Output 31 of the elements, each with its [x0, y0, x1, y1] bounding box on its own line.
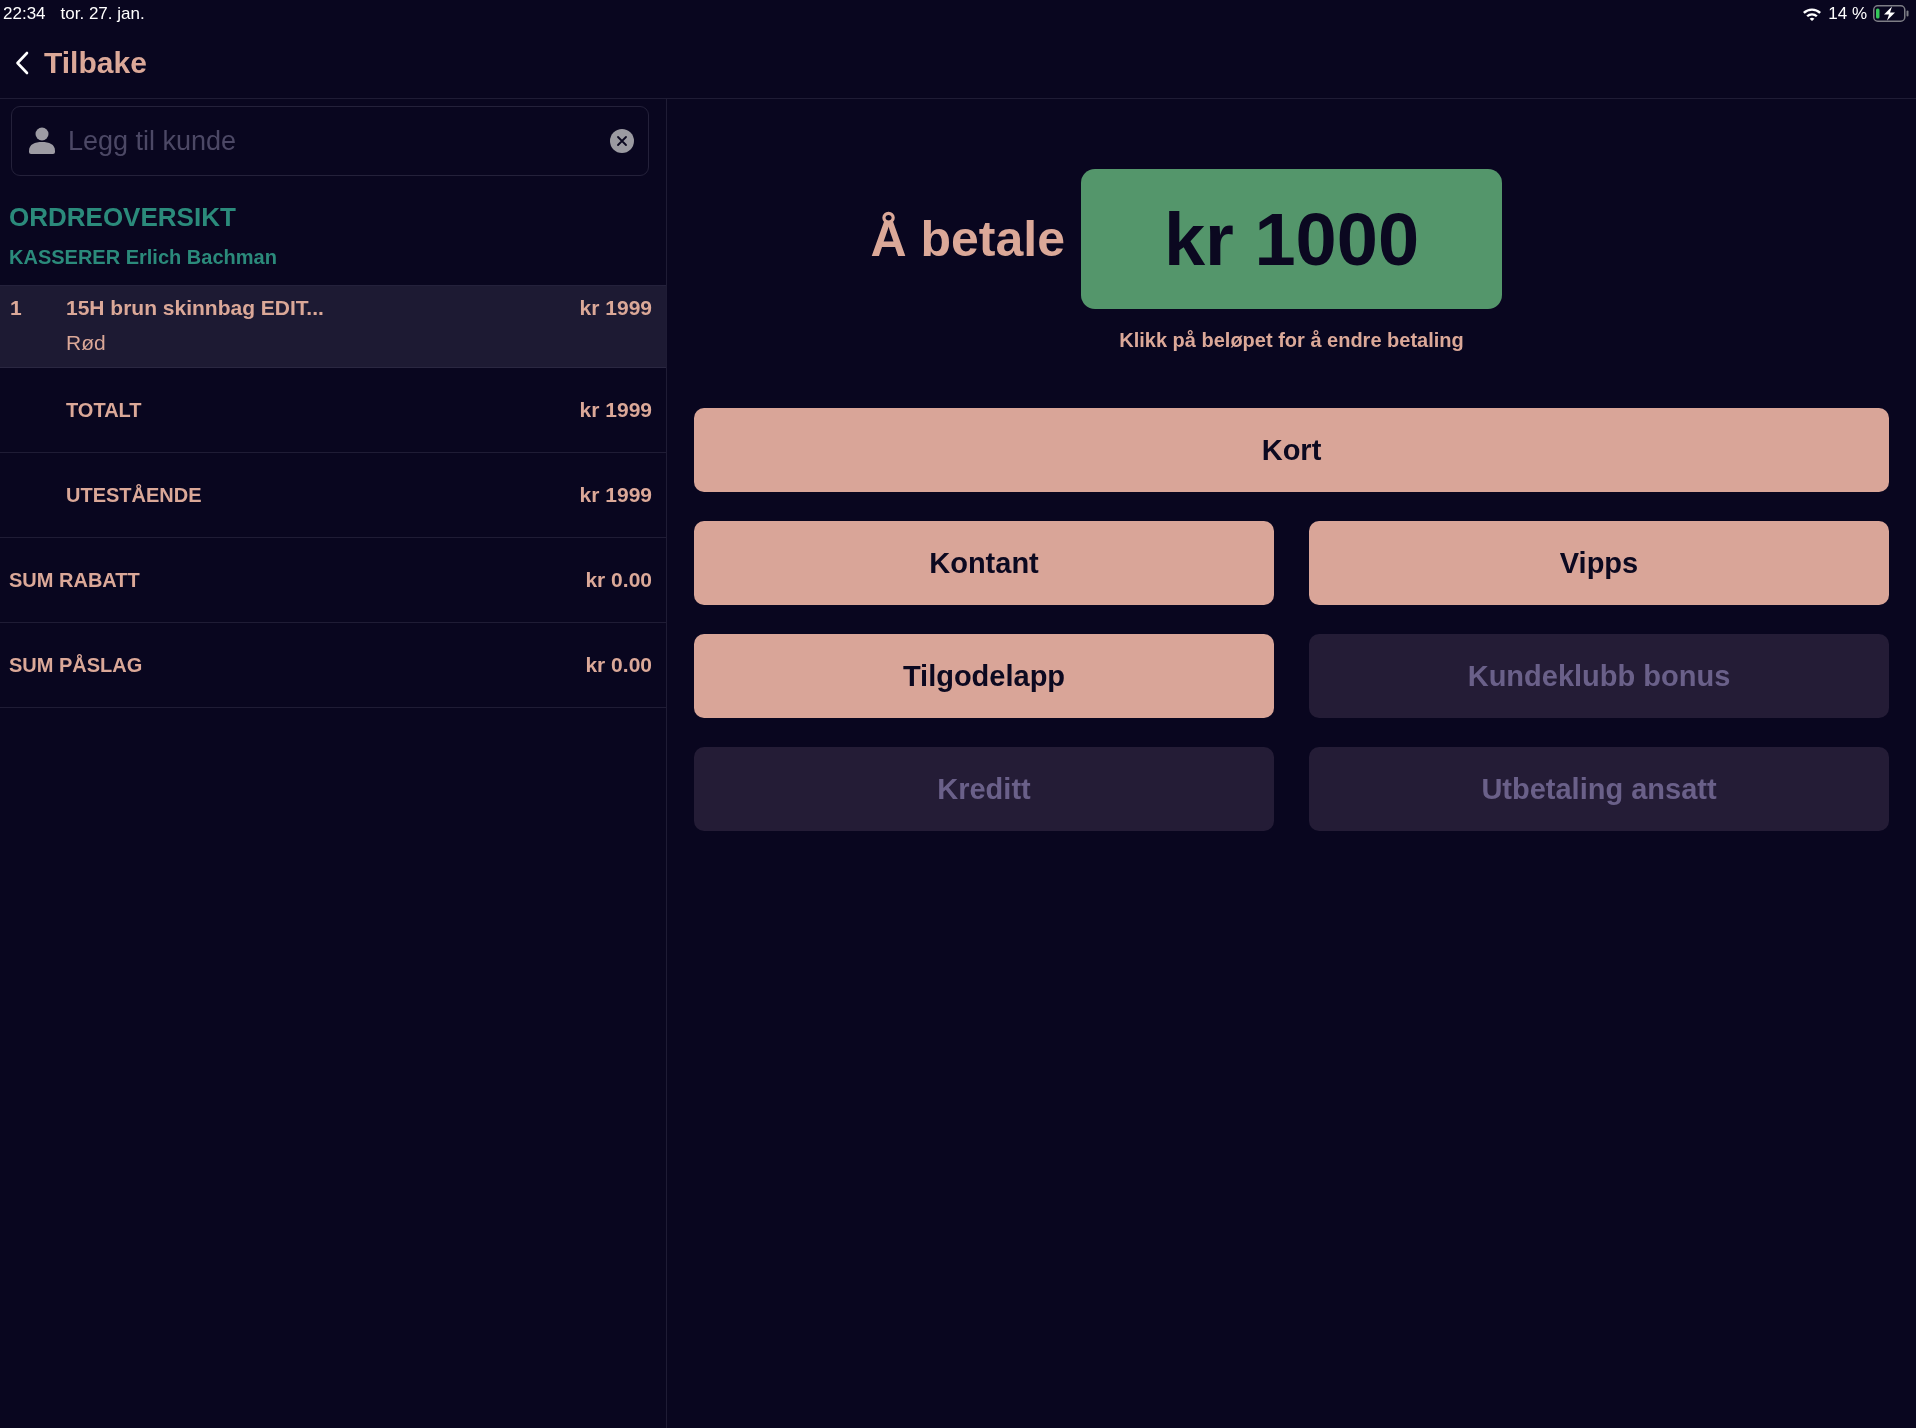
amount-hint: Klikk på beløpet for å endre betaling: [1118, 328, 1465, 353]
summary-label: TOTALT: [66, 398, 142, 422]
payment-button[interactable]: Kontant: [694, 521, 1274, 605]
battery-charging-icon: [1873, 5, 1909, 22]
order-title: ORDREOVERSIKT: [9, 201, 237, 233]
clear-icon[interactable]: [610, 129, 634, 153]
summary-value: kr 1999: [579, 398, 652, 422]
summary-value: kr 0.00: [585, 653, 652, 677]
line-quantity: 1: [10, 295, 23, 321]
chevron-left-icon: [15, 50, 29, 75]
payment-button[interactable]: Tilgodelapp: [694, 634, 1274, 718]
wifi-icon: [1802, 6, 1823, 21]
back-button[interactable]: Tilbake: [13, 41, 149, 84]
payment-button[interactable]: Kort: [694, 408, 1889, 492]
person-icon: [29, 127, 55, 154]
summary-value: kr 1999: [579, 483, 652, 507]
product-variant: Rød: [66, 330, 106, 356]
customer-field[interactable]: Legg til kunde: [11, 106, 649, 176]
summary-value: kr 0.00: [585, 568, 652, 592]
summary-label: SUM RABATT: [9, 568, 140, 592]
cashier-label: KASSERER Erlich Bachman: [9, 245, 278, 270]
amount-button[interactable]: kr 1000: [1081, 169, 1502, 309]
summary-label: UTESTÅENDE: [66, 483, 202, 507]
status-time: 22:34: [3, 3, 46, 24]
summary-label: SUM PÅSLAG: [9, 653, 143, 677]
payment-button[interactable]: Vipps: [1309, 521, 1889, 605]
battery-percent: 14 %: [1828, 3, 1867, 24]
status-date: tor. 27. jan.: [60, 3, 145, 24]
amount-label: Å betale: [870, 210, 1065, 268]
product-name: 15H brun skinnbag EDIT...: [66, 295, 324, 321]
line-price: kr 1999: [579, 295, 652, 321]
